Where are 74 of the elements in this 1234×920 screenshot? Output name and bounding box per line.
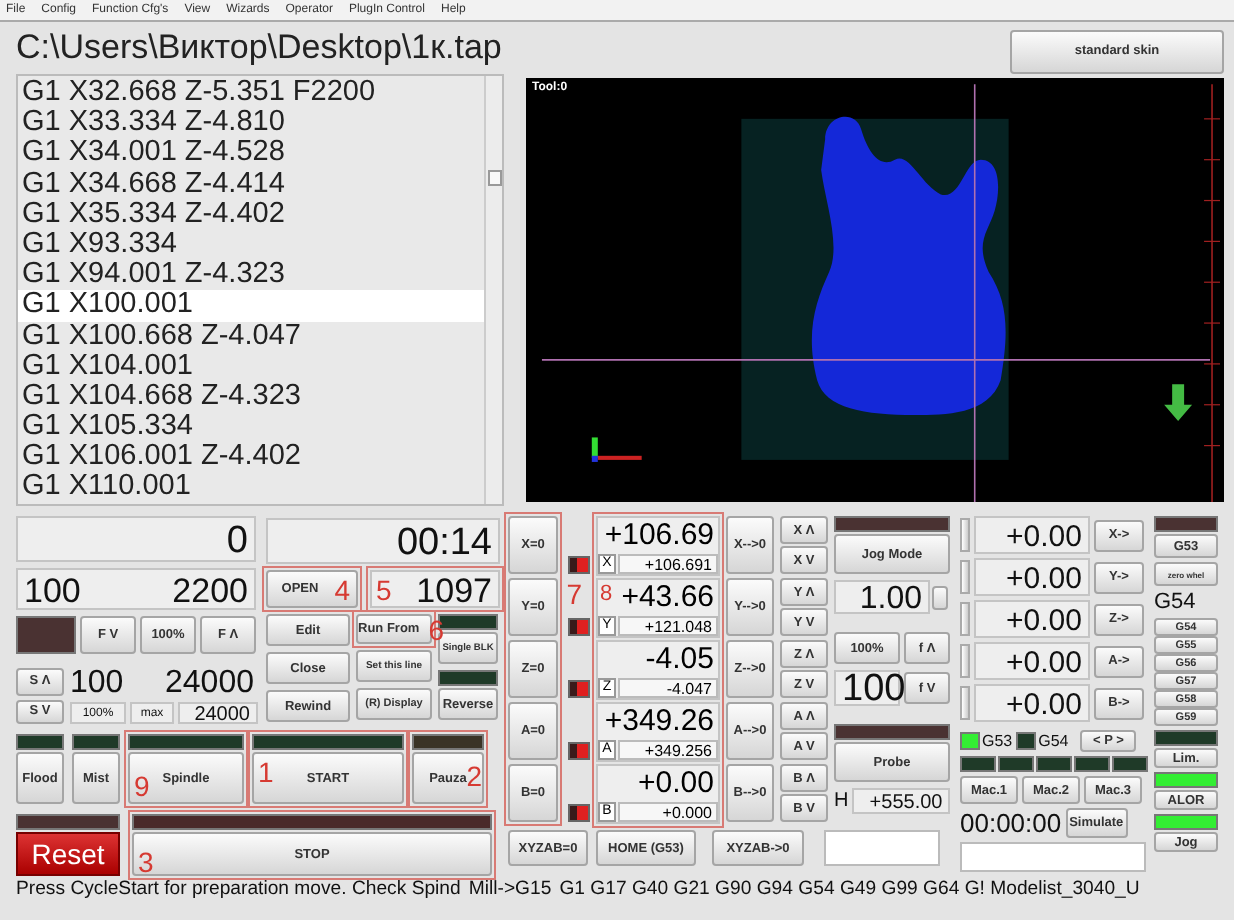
offset-handle[interactable] [960,602,970,636]
annotation-frame [262,566,362,612]
active-gcodes: G1 G17 G40 G21 G90 G94 G54 G49 G99 G64 G! Modelist_3040_U [559,877,1140,899]
step-button[interactable] [932,585,948,609]
annotation-number: 3 [138,848,154,876]
offset-value: +0.00 [974,684,1090,722]
tool-height: +555.00 [852,788,951,814]
feed-rate: 2200 [172,570,248,608]
machine-coordinate: +121.048 [618,616,718,636]
axis-led [568,618,590,636]
offset-value: +0.00 [974,642,1090,680]
file-path: C:\Users\Виктор\Desktop\1к.tap [16,26,504,70]
spindle-max: 24000 [178,702,258,724]
reset-button[interactable]: Reset [16,832,120,876]
axis-value: +43.66 [621,580,716,616]
gcode-line[interactable]: G1 X104.668 Z-4.323 [18,381,484,413]
annotation-number: 9 [134,772,150,800]
annotation-number: 5 [376,576,392,604]
machine-coordinate: +106.691 [618,554,718,574]
gcode-line[interactable]: G1 X94.001 Z-4.323 [18,260,484,291]
machine-mode: Mill->G15 [468,877,552,899]
offset-handle[interactable] [960,686,970,720]
gcode-line[interactable]: G1 X34.668 Z-4.414 [18,169,484,200]
offset-value: +0.00 [974,516,1090,554]
feed-override: 100 [24,570,81,608]
jog-step: 1.00 [834,580,930,614]
axis-value: -4.05 [645,642,716,678]
annotation-number: 2 [466,762,482,790]
gcode-line[interactable]: G1 X93.334 [18,229,484,261]
status-message: Press CycleStart for preparation move. Check Spind [16,877,461,899]
offset-handle[interactable] [960,560,970,594]
annotation-number: 8 [600,580,613,608]
offset-handle[interactable] [960,518,970,552]
scroll-bar[interactable] [484,76,502,504]
input-field[interactable] [960,842,1146,872]
offset-value: +0.00 [974,558,1090,596]
spindle-override: 100 [70,666,124,702]
spindle-rpm: 24000 [165,666,254,702]
annotation-number: 4 [334,576,350,604]
gcode-line[interactable]: G1 X105.334 [18,412,484,443]
elapsed-time: 00:14 [266,518,500,564]
gcode-line[interactable]: G1 X104.001 [18,351,484,382]
gcode-line[interactable]: G1 X100.668 Z-4.047 [18,321,484,352]
axis-value: +0.00 [638,766,716,802]
annotation-number: 1 [258,758,274,786]
gcode-line[interactable]: G1 X35.334 Z-4.402 [18,199,484,230]
machine-coordinate: +0.000 [618,802,718,822]
annotation-number: 7 [566,580,582,608]
line-counter: 0 [16,516,256,562]
gcode-line[interactable]: G1 X110.001 [18,472,484,504]
coordinate-label: G53 [982,732,1013,750]
axis-value: +106.69 [604,518,716,554]
axis-led [568,804,590,822]
current-fixture: G54 [1154,590,1198,614]
down-arrow-icon [1164,383,1193,421]
offset-handle[interactable] [960,644,970,678]
axis-led [568,680,590,698]
machine-coordinate: +349.256 [618,740,718,760]
axis-led [568,556,590,574]
annotation-number: 6 [428,616,444,644]
offset-value: +0.00 [974,600,1090,638]
coordinate-label: G54 [1038,732,1069,750]
jog-rate: 100 [834,670,900,706]
axis-value: +349.26 [604,704,716,740]
axis-led [568,742,590,760]
gcode-line[interactable]: G1 X106.001 Z-4.402 [18,442,484,473]
gcode-line[interactable]: G1 X32.668 Z-5.351 F2200 [18,78,484,109]
gcode-line[interactable]: G1 X34.001 Z-4.528 [18,138,484,170]
axis-triad-icon [591,436,642,462]
mdi-input-field[interactable] [824,830,940,866]
machine-coordinate: -4.047 [618,678,718,698]
h-label: H [834,790,849,812]
gcode-line[interactable]: G1 X33.334 Z-4.810 [18,108,484,139]
simulation-time: 00:00:00 [960,808,1062,838]
